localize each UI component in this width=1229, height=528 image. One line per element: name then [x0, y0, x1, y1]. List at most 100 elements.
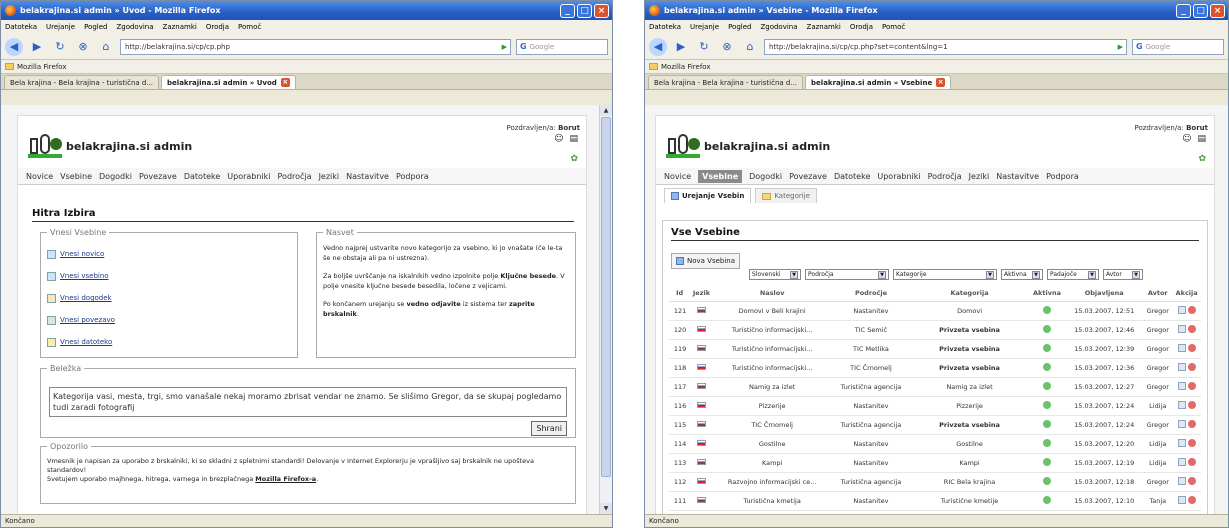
minimize-button[interactable]: _	[1176, 3, 1191, 18]
menu-item-urejanje[interactable]: Urejanje	[46, 23, 75, 31]
logout-icon[interactable]: ▤	[569, 134, 578, 144]
cell-title[interactable]: Turistično informacijski...	[712, 320, 832, 340]
active-check-icon[interactable]	[1043, 495, 1051, 504]
note-textarea[interactable]: Kategorija vasi, mesta, trgi, smo vanaša…	[49, 387, 567, 417]
nav-item-vsebine[interactable]: Vsebine	[698, 169, 743, 183]
tab-bela-krajina[interactable]: Bela krajina - Bela krajina - turistična…	[648, 75, 804, 89]
menu-item-datoteka[interactable]: Datoteka	[649, 23, 681, 31]
delete-icon[interactable]	[1187, 495, 1196, 504]
firefox-link[interactable]: Mozilla Firefox-a	[255, 475, 316, 483]
table-row[interactable]: 121 Domovi v Beli krajini Nastanitev Domovi…	[669, 301, 1201, 321]
edit-icon[interactable]	[1177, 343, 1186, 352]
chevron-down-icon[interactable]: ▼	[1088, 270, 1096, 279]
nav-item-povezave[interactable]: Povezave	[789, 172, 827, 181]
cell-title[interactable]: TIC Črnomelj	[712, 415, 832, 435]
tab-urejanje-vsebin[interactable]: Urejanje Vsebin	[664, 188, 752, 203]
delete-icon[interactable]	[1187, 305, 1196, 314]
menu-item-urejanje[interactable]: Urejanje	[690, 23, 719, 31]
table-row[interactable]: 117 Namig za izlet Turistična agencija Nami…	[669, 377, 1201, 397]
filter-področja[interactable]: Področja ▼	[805, 269, 889, 280]
search-input[interactable]: G Google	[1132, 38, 1224, 55]
column-header-avtor[interactable]: Avtor	[1143, 285, 1173, 302]
vertical-scrollbar[interactable]: ▲ ▼	[599, 105, 612, 514]
scroll-up-icon[interactable]: ▲	[600, 105, 612, 116]
delete-icon[interactable]	[1187, 457, 1196, 466]
nav-item-nastavitve[interactable]: Nastavitve	[996, 172, 1039, 181]
nav-item-uporabniki[interactable]: Uporabniki	[227, 172, 270, 181]
forward-arrow-icon[interactable]: ▶	[28, 38, 46, 56]
cell-title[interactable]: Gostilne	[712, 434, 832, 454]
column-header-jezik[interactable]: Jezik	[690, 285, 713, 302]
nav-item-podpora[interactable]: Podpora	[396, 172, 429, 181]
home-icon[interactable]: ⌂	[97, 38, 115, 56]
table-row[interactable]: 111 Turistična kmetija Nastanitev Turističn…	[669, 491, 1201, 511]
site-logo[interactable]: belakrajina.si admin	[666, 134, 830, 158]
active-check-icon[interactable]	[1043, 400, 1051, 409]
close-button[interactable]: ×	[594, 3, 609, 18]
active-check-icon[interactable]	[1043, 305, 1051, 314]
chevron-down-icon[interactable]: ▼	[986, 270, 994, 279]
menu-item-pomoč[interactable]: Pomoč	[238, 23, 261, 31]
delete-icon[interactable]	[1187, 400, 1196, 409]
cell-title[interactable]: Turistična kmetija	[712, 491, 832, 511]
cell-title[interactable]: Namig za izlet	[712, 377, 832, 397]
quick-link-label[interactable]: Vnesi vsebino	[60, 272, 109, 280]
nav-item-podpora[interactable]: Podpora	[1046, 172, 1079, 181]
nav-item-jeziki[interactable]: Jeziki	[319, 172, 340, 181]
back-arrow-icon[interactable]: ◀	[5, 37, 23, 56]
quick-link-label[interactable]: Vnesi povezavo	[60, 316, 115, 324]
maximize-button[interactable]: □	[1193, 3, 1208, 18]
active-check-icon[interactable]	[1043, 419, 1051, 428]
stop-icon[interactable]: ⊗	[718, 38, 736, 56]
filter-avtor[interactable]: Avtor ▼	[1103, 269, 1143, 280]
close-tab-icon[interactable]: ×	[936, 78, 946, 87]
tab-admin-vsebine[interactable]: belakrajina.si admin » Vsebine ×	[805, 75, 952, 89]
table-row[interactable]: 116 Pizzerije Nastanitev Pizzerije 15.03.200…	[669, 396, 1201, 416]
table-row[interactable]: 115 TIC Črnomelj Turistična agencija Privze…	[669, 415, 1201, 435]
go-arrow-icon[interactable]: ▶	[499, 43, 510, 51]
nav-item-novice[interactable]: Novice	[26, 172, 53, 181]
chevron-down-icon[interactable]: ▼	[1032, 270, 1040, 279]
nav-item-vsebine[interactable]: Vsebine	[60, 172, 92, 181]
delete-icon[interactable]	[1187, 476, 1196, 485]
table-row[interactable]: 113 Kampi Nastanitev Kampi 15.03.2007, 12:19…	[669, 453, 1201, 473]
chevron-down-icon[interactable]: ▼	[878, 270, 886, 279]
menu-item-orodja[interactable]: Orodja	[850, 23, 873, 31]
scroll-thumb[interactable]	[601, 117, 611, 477]
cell-title[interactable]: Pizzerije	[712, 396, 832, 416]
quick-link-3[interactable]: Vnesi dogodek	[47, 287, 291, 309]
menu-item-pogled[interactable]: Pogled	[84, 23, 107, 31]
cell-title[interactable]: Kampi	[712, 453, 832, 473]
delete-icon[interactable]	[1187, 381, 1196, 390]
cell-title[interactable]: Turistično informacijski...	[712, 339, 832, 359]
nav-item-jeziki[interactable]: Jeziki	[969, 172, 990, 181]
active-check-icon[interactable]	[1043, 362, 1051, 371]
quick-link-1[interactable]: Vnesi novico	[47, 243, 291, 265]
nav-item-področja[interactable]: Področja	[928, 172, 962, 181]
active-check-icon[interactable]	[1043, 457, 1051, 466]
column-header-področje[interactable]: Področje	[831, 285, 911, 302]
user-profile-icon[interactable]: ☺	[1182, 134, 1191, 144]
menu-item-zgodovina[interactable]: Zgodovina	[760, 23, 797, 31]
maximize-button[interactable]: □	[577, 3, 592, 18]
menu-item-orodja[interactable]: Orodja	[206, 23, 229, 31]
table-row[interactable]: 118 Turistično informacijski... TIC Črnome…	[669, 358, 1201, 378]
quick-link-label[interactable]: Vnesi dogodek	[60, 294, 112, 302]
nav-item-datoteke[interactable]: Datoteke	[184, 172, 220, 181]
go-arrow-icon[interactable]: ▶	[1115, 43, 1126, 51]
quick-link-4[interactable]: Vnesi povezavo	[47, 309, 291, 331]
active-check-icon[interactable]	[1043, 381, 1051, 390]
back-arrow-icon[interactable]: ◀	[649, 37, 667, 56]
table-row[interactable]: 120 Turistično informacijski... TIC Semič P…	[669, 320, 1201, 340]
column-header-aktivna[interactable]: Aktivna	[1028, 285, 1066, 302]
minimize-button[interactable]: _	[560, 3, 575, 18]
bookmark-item[interactable]: Mozilla Firefox	[661, 63, 711, 71]
logout-icon[interactable]: ▤	[1197, 134, 1206, 144]
nav-item-področja[interactable]: Področja	[278, 172, 312, 181]
close-tab-icon[interactable]: ×	[280, 78, 290, 87]
edit-icon[interactable]	[1177, 381, 1186, 390]
nav-item-povezave[interactable]: Povezave	[139, 172, 177, 181]
edit-icon[interactable]	[1177, 419, 1186, 428]
active-check-icon[interactable]	[1043, 343, 1051, 352]
column-header-kategorija[interactable]: Kategorija	[910, 285, 1029, 302]
